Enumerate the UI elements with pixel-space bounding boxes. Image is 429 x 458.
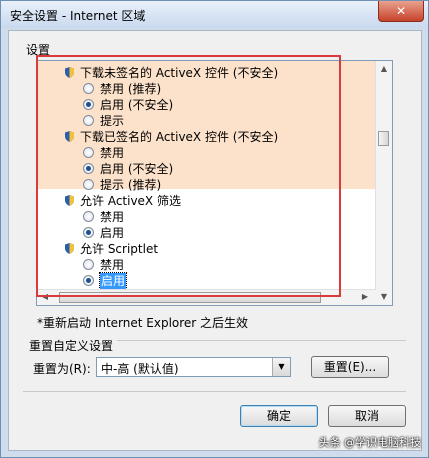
reset-button[interactable]: 重置(E)... [311, 356, 389, 378]
setting-heading-label: 下载未签名的 ActiveX 控件 (不安全) [80, 66, 279, 80]
shield-icon [65, 131, 74, 142]
reset-to-label: 重置为(R): [33, 362, 91, 376]
title-bar[interactable]: 安全设置 - Internet 区域 ✕ [1, 1, 428, 28]
setting-option-label: 提示 (推荐) [100, 178, 162, 192]
vertical-scrollbar[interactable]: ▲ ▼ [375, 61, 392, 305]
scroll-down-arrow-icon[interactable]: ▼ [378, 291, 390, 303]
chevron-down-icon[interactable]: ▼ [272, 358, 290, 376]
horizontal-scrollbar[interactable]: ◀ ▶ [37, 289, 376, 305]
setting-heading-label: 下载已签名的 ActiveX 控件 (不安全) [80, 130, 279, 144]
scroll-left-arrow-icon[interactable]: ◀ [39, 291, 51, 303]
cancel-button[interactable]: 取消 [328, 405, 406, 427]
setting-option-label: 禁用 [100, 210, 125, 224]
close-button[interactable]: ✕ [378, 1, 424, 22]
radio-button[interactable] [83, 179, 94, 190]
setting-option-label: 提示 [100, 114, 125, 128]
radio-button[interactable] [83, 227, 94, 238]
radio-button[interactable] [83, 147, 94, 158]
settings-group-label: 设置 [26, 43, 51, 57]
setting-option-label: 禁用 [100, 258, 125, 272]
setting-option-label: 启用 [98, 272, 128, 290]
radio-button[interactable] [83, 99, 94, 110]
security-level-value: 中-高 (默认值) [101, 362, 179, 376]
setting-heading-label: 允许 ActiveX 筛选 [80, 194, 181, 208]
divider [23, 391, 406, 392]
shield-icon [65, 67, 74, 78]
scroll-right-arrow-icon[interactable]: ▶ [359, 291, 371, 303]
setting-heading-label: 允许 Scriptlet [80, 242, 159, 256]
vertical-scroll-thumb[interactable] [378, 131, 389, 146]
shield-icon [65, 243, 74, 254]
radio-button[interactable] [83, 115, 94, 126]
setting-option-label: 启用 [100, 226, 125, 240]
settings-tree-list[interactable]: 下载未签名的 ActiveX 控件 (不安全) 禁用 (推荐) 启用 (不安全) 提示… [36, 60, 393, 306]
setting-option-label: 启用 (不安全) [100, 98, 174, 112]
radio-button[interactable] [83, 259, 94, 270]
radio-button[interactable] [83, 275, 94, 286]
horizontal-scroll-thumb[interactable] [59, 292, 321, 303]
window-title: 安全设置 - Internet 区域 [10, 9, 146, 23]
radio-button[interactable] [83, 163, 94, 174]
setting-option-label: 启用 (不安全) [100, 162, 174, 176]
security-level-dropdown[interactable]: 中-高 (默认值) ▼ [96, 357, 291, 377]
radio-button[interactable] [83, 83, 94, 94]
ok-button[interactable]: 确定 [240, 405, 318, 427]
setting-option-label: 禁用 [100, 146, 125, 160]
watermark: 头条 @学识电脑科技 [318, 436, 422, 449]
radio-button[interactable] [83, 211, 94, 222]
scroll-up-arrow-icon[interactable]: ▲ [378, 63, 390, 75]
setting-option-label: 禁用 (推荐) [100, 82, 162, 96]
reset-group-title: 重置自定义设置 [29, 337, 118, 354]
shield-icon [65, 195, 74, 206]
restart-note: *重新启动 Internet Explorer 之后生效 [37, 316, 249, 330]
